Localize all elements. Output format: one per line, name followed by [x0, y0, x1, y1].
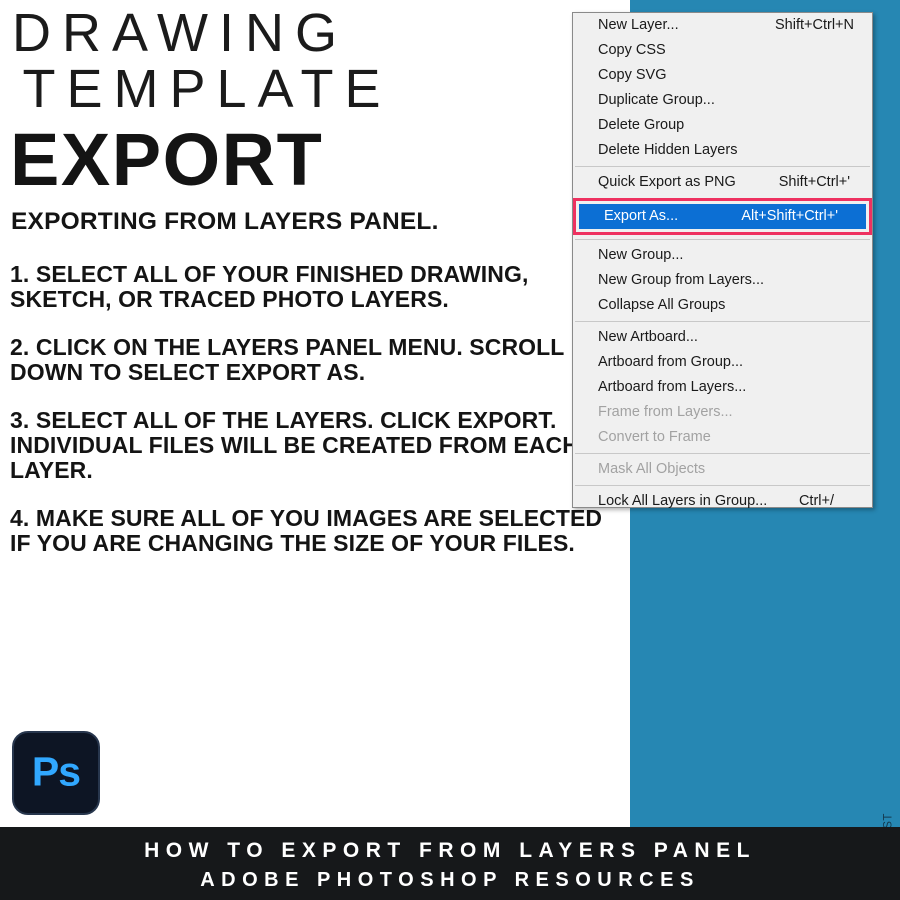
- menu-separator: [575, 239, 870, 240]
- menu-item-label: Frame from Layers...: [598, 404, 733, 420]
- menu-item-label: Lock All Layers in Group...: [598, 493, 768, 509]
- menu-item-label: Convert to Frame: [598, 429, 711, 445]
- menu-item-new-layer[interactable]: New Layer... Shift+Ctrl+N: [573, 13, 872, 38]
- menu-item-quick-export-as-png[interactable]: Quick Export as PNG Shift+Ctrl+': [573, 170, 872, 195]
- menu-item-label: Artboard from Group...: [598, 354, 744, 370]
- menu-item-shortcut: Shift+Ctrl+': [778, 174, 850, 190]
- banner-title-line-1: HOW TO EXPORT FROM LAYERS PANEL: [144, 839, 756, 862]
- menu-item-label: Duplicate Group...: [598, 92, 715, 108]
- menu-item-label: Artboard from Layers...: [598, 379, 747, 395]
- page-subtitle: EXPORTING FROM LAYERS PANEL.: [11, 208, 439, 236]
- menu-item-label: New Group from Layers...: [598, 272, 764, 288]
- menu-separator: [575, 453, 870, 454]
- banner-title-line-2: ADOBE PHOTOSHOP RESOURCES: [200, 869, 700, 891]
- menu-item-mask-all-objects: Mask All Objects: [573, 457, 872, 482]
- menu-item-export-as[interactable]: Export As... Alt+Shift+Ctrl+': [579, 204, 866, 229]
- menu-item-label: Quick Export as PNG: [598, 174, 736, 190]
- instruction-step: 1. SELECT ALL OF YOUR FINISHED DRAWING, …: [10, 261, 529, 313]
- menu-item-delete-hidden-layers[interactable]: Delete Hidden Layers: [573, 138, 872, 163]
- page-title-line-2: TEMPLATE: [22, 58, 392, 119]
- instruction-step: 2. CLICK ON THE LAYERS PANEL MENU. SCROL…: [10, 333, 565, 386]
- photoshop-app-icon: Ps: [12, 731, 100, 815]
- menu-item-label: Collapse All Groups: [598, 297, 726, 313]
- instruction-steps: 1. SELECT ALL OF YOUR FINISHED DRAWING, …: [10, 261, 622, 557]
- menu-item-new-group-from-layers[interactable]: New Group from Layers...: [573, 268, 872, 293]
- menu-item-delete-group[interactable]: Delete Group: [573, 113, 872, 138]
- menu-item-duplicate-group[interactable]: Duplicate Group...: [573, 88, 872, 113]
- menu-item-copy-svg[interactable]: Copy SVG: [573, 63, 872, 88]
- menu-item-label: Mask All Objects: [598, 461, 706, 477]
- page-title-line-1: DRAWING: [12, 3, 348, 63]
- menu-item-label: Delete Group: [598, 117, 685, 133]
- headline-block: DRAWING TEMPLATE EXPORT EXPORTING FROM L…: [10, 3, 620, 236]
- instruction-step: 4. MAKE SURE ALL OF YOU IMAGES ARE SELEC…: [10, 504, 603, 557]
- menu-separator: [575, 485, 870, 486]
- menu-item-label: Export As...: [604, 208, 679, 224]
- menu-item-label: Copy SVG: [598, 67, 667, 83]
- menu-item-collapse-all-groups[interactable]: Collapse All Groups: [573, 293, 872, 318]
- menu-item-copy-css[interactable]: Copy CSS: [573, 38, 872, 63]
- menu-item-new-artboard[interactable]: New Artboard...: [573, 325, 872, 350]
- instruction-step: 3. SELECT ALL OF THE LAYERS. CLICK EXPOR…: [10, 406, 579, 484]
- menu-item-artboard-from-layers[interactable]: Artboard from Layers...: [573, 375, 872, 400]
- menu-item-label: Delete Hidden Layers: [598, 142, 738, 158]
- menu-item-label: Copy CSS: [598, 42, 666, 58]
- menu-separator: [575, 321, 870, 322]
- menu-item-label: New Group...: [598, 247, 684, 263]
- menu-item-label: New Artboard...: [598, 329, 698, 345]
- menu-item-frame-from-layers: Frame from Layers...: [573, 400, 872, 425]
- menu-item-shortcut: Ctrl+/: [798, 493, 834, 509]
- menu-item-new-group[interactable]: New Group...: [573, 243, 872, 268]
- menu-item-shortcut: Shift+Ctrl+N: [775, 17, 854, 33]
- menu-item-convert-to-frame: Convert to Frame: [573, 425, 872, 450]
- export-as-highlight-box: Export As... Alt+Shift+Ctrl+': [573, 198, 872, 235]
- menu-item-artboard-from-group[interactable]: Artboard from Group...: [573, 350, 872, 375]
- poster-canvas: ALL ARTWORK AND INSTRUCTION COPYRIGHTED …: [0, 0, 900, 900]
- layers-panel-context-menu[interactable]: New Layer... Shift+Ctrl+N Copy CSS Copy …: [572, 12, 873, 509]
- page-title-export: EXPORT: [10, 117, 324, 201]
- menu-separator: [575, 166, 870, 167]
- menu-item-label: New Layer...: [598, 17, 679, 33]
- bottom-banner: HOW TO EXPORT FROM LAYERS PANEL ADOBE PH…: [0, 827, 900, 900]
- photoshop-app-icon-label: Ps: [31, 748, 81, 795]
- menu-item-lock-all-layers-in-group[interactable]: Lock All Layers in Group... Ctrl+/: [573, 489, 872, 514]
- menu-item-shortcut: Alt+Shift+Ctrl+': [741, 208, 838, 224]
